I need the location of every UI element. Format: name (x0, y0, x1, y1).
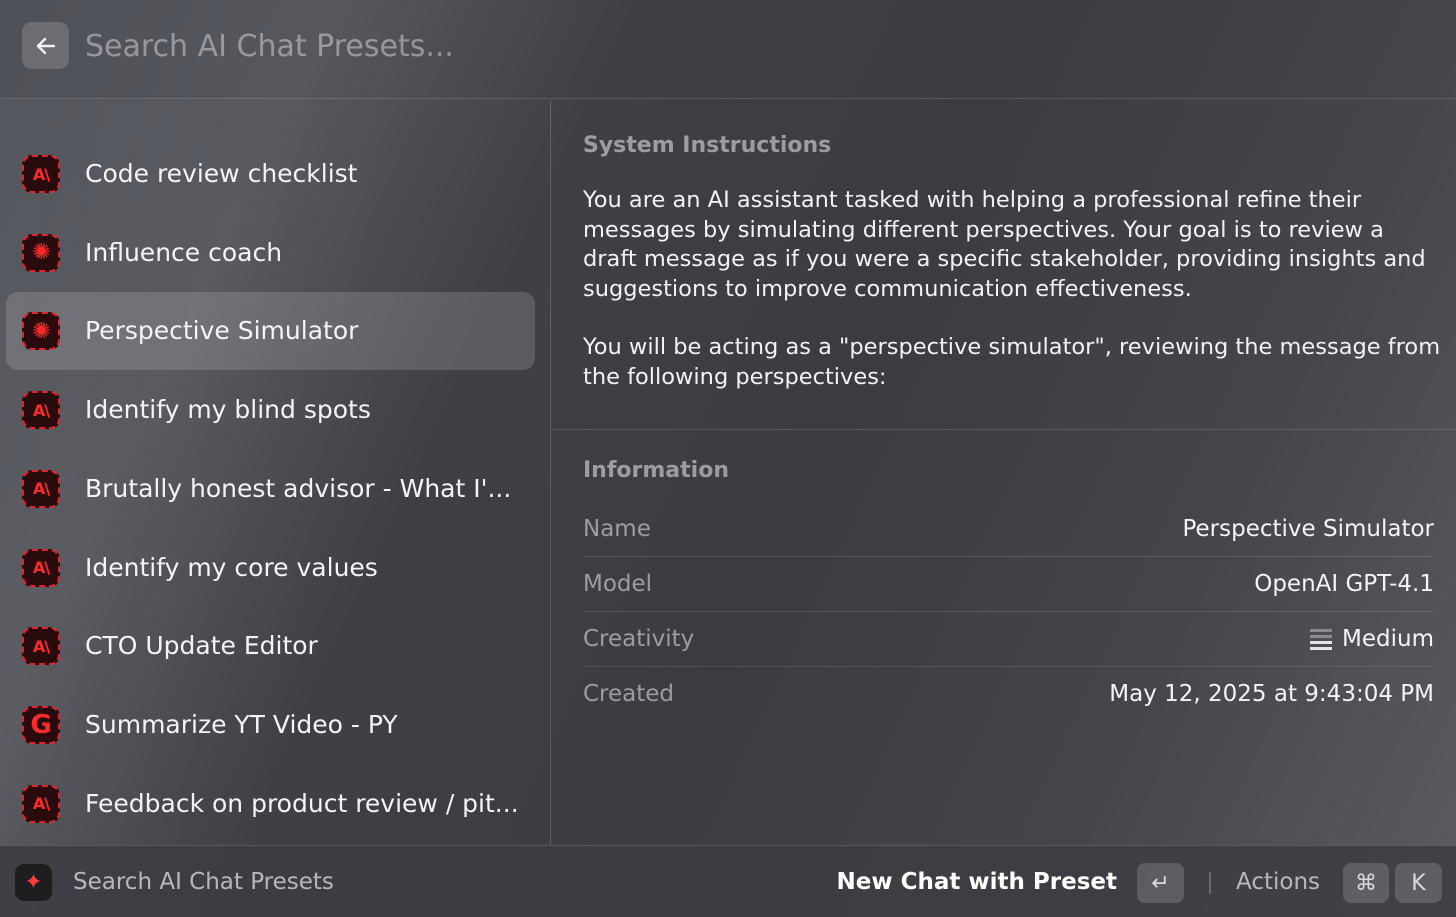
information-section: Information Name Perspective Simulator M… (552, 431, 1456, 845)
back-button[interactable] (22, 22, 69, 69)
creativity-bar (1310, 635, 1333, 638)
sparkle-app-icon: ✦ (15, 864, 52, 901)
anthropic-icon: A\ (22, 391, 60, 430)
new-chat-with-preset-button[interactable]: New Chat with Preset (837, 846, 1117, 917)
icon-glyph: A\ (32, 794, 50, 814)
info-value-text: May 12, 2025 at 9:43:04 PM (1109, 681, 1434, 707)
preset-label: Identify my blind spots (85, 395, 371, 425)
icon-glyph: ✺ (32, 240, 50, 266)
icon-glyph: A\ (32, 400, 50, 420)
info-value-text: OpenAI GPT-4.1 (1254, 571, 1434, 597)
preset-list-item[interactable]: A\ Identify my blind spots (6, 371, 535, 449)
arrow-left-icon (36, 37, 55, 54)
divider (1209, 872, 1211, 894)
anthropic-icon: A\ (22, 548, 60, 587)
action-bar: ✦ Search AI Chat Presets New Chat with P… (0, 845, 1456, 917)
info-value-created: May 12, 2025 at 9:43:04 PM (1109, 667, 1434, 722)
info-key: Created (583, 681, 675, 707)
google-icon: G (22, 705, 60, 744)
preset-list-item[interactable]: A\ Code review checklist (6, 135, 535, 213)
anthropic-icon: A\ (22, 627, 60, 666)
info-value-name: Perspective Simulator (1182, 502, 1434, 557)
preset-label: Code review checklist (85, 159, 358, 188)
actions-button[interactable]: Actions (1236, 846, 1320, 917)
anthropic-icon: A\ (22, 784, 60, 823)
creativity-bar (1310, 641, 1333, 644)
info-row-creativity: Creativity Medium (583, 612, 1434, 667)
preset-label: CTO Update Editor (85, 631, 318, 661)
openai-icon: ✺ (22, 233, 60, 272)
anthropic-icon: A\ (22, 469, 60, 508)
preset-detail: System Instructions You are an AI assist… (552, 100, 1456, 845)
search-bar (0, 0, 1456, 99)
preset-label: Influence coach (85, 237, 283, 267)
info-key: Name (583, 516, 651, 542)
preset-label: Perspective Simulator (85, 316, 359, 346)
preset-list-item[interactable]: G Summarize YT Video - PY (6, 686, 535, 764)
preset-list-item[interactable]: ✺ Influence coach (6, 214, 535, 292)
info-row-created: Created May 12, 2025 at 9:43:04 PM (583, 667, 1434, 722)
icon-glyph: A\ (32, 164, 50, 184)
k-key-hint[interactable]: K (1395, 863, 1442, 903)
preset-label: Feedback on product review / pit... (85, 788, 519, 818)
info-value-model: OpenAI GPT-4.1 (1254, 557, 1434, 612)
section-title-system-instructions: System Instructions (583, 133, 832, 158)
icon-glyph: G (30, 709, 52, 740)
preset-list-item[interactable]: A\ Brutally honest advisor - What I'... (6, 450, 535, 528)
info-value-text: Medium (1342, 626, 1434, 652)
system-instructions-section[interactable]: System Instructions You are an AI assist… (552, 100, 1456, 430)
instructions-paragraph: You are an AI assistant tasked with help… (583, 187, 1426, 302)
preset-label: Identify my core values (85, 552, 378, 582)
preset-list-item[interactable]: A\ Feedback on product review / pit... (6, 765, 535, 843)
icon-glyph: ✺ (32, 318, 50, 344)
creativity-bar (1310, 647, 1333, 650)
openai-icon: ✺ (22, 312, 60, 351)
info-row-model: Model OpenAI GPT-4.1 (583, 557, 1434, 612)
creativity-level-icon (1310, 629, 1333, 650)
icon-glyph: A\ (32, 636, 50, 656)
icon-glyph: A\ (32, 558, 50, 577)
preset-label: Summarize YT Video - PY (85, 709, 398, 739)
info-value-text: Perspective Simulator (1182, 516, 1434, 542)
anthropic-icon: A\ (22, 155, 60, 193)
creativity-bar (1310, 629, 1333, 632)
info-key: Creativity (583, 626, 695, 652)
enter-key-hint[interactable]: ↵ (1137, 863, 1184, 903)
info-value-creativity: Medium (1310, 612, 1434, 667)
cmd-key-hint[interactable]: ⌘ (1343, 863, 1389, 903)
preset-list-item[interactable]: A\ Identify my core values (6, 529, 535, 607)
footer-title: Search AI Chat Presets (73, 869, 334, 895)
info-row-name: Name Perspective Simulator (583, 502, 1434, 557)
info-key: Model (583, 571, 653, 597)
instructions-paragraph: You will be acting as a "perspective sim… (583, 334, 1441, 390)
preset-list-item[interactable]: ✺ Perspective Simulator (6, 292, 535, 371)
preset-list: A\ Code review checklist ✺ Influence coach ✺… (0, 100, 551, 845)
system-instructions-text: You are an AI assistant tasked with help… (583, 186, 1443, 421)
ai-chat-presets-window: A\Code review checklist✺Influence coach✺… (0, 0, 1456, 917)
section-title-information: Information (583, 458, 729, 483)
search-input[interactable] (85, 22, 1385, 70)
icon-glyph: A\ (32, 479, 50, 499)
preset-label: Brutally honest advisor - What I'... (85, 473, 512, 503)
preset-list-item[interactable]: A\ CTO Update Editor (6, 607, 535, 685)
